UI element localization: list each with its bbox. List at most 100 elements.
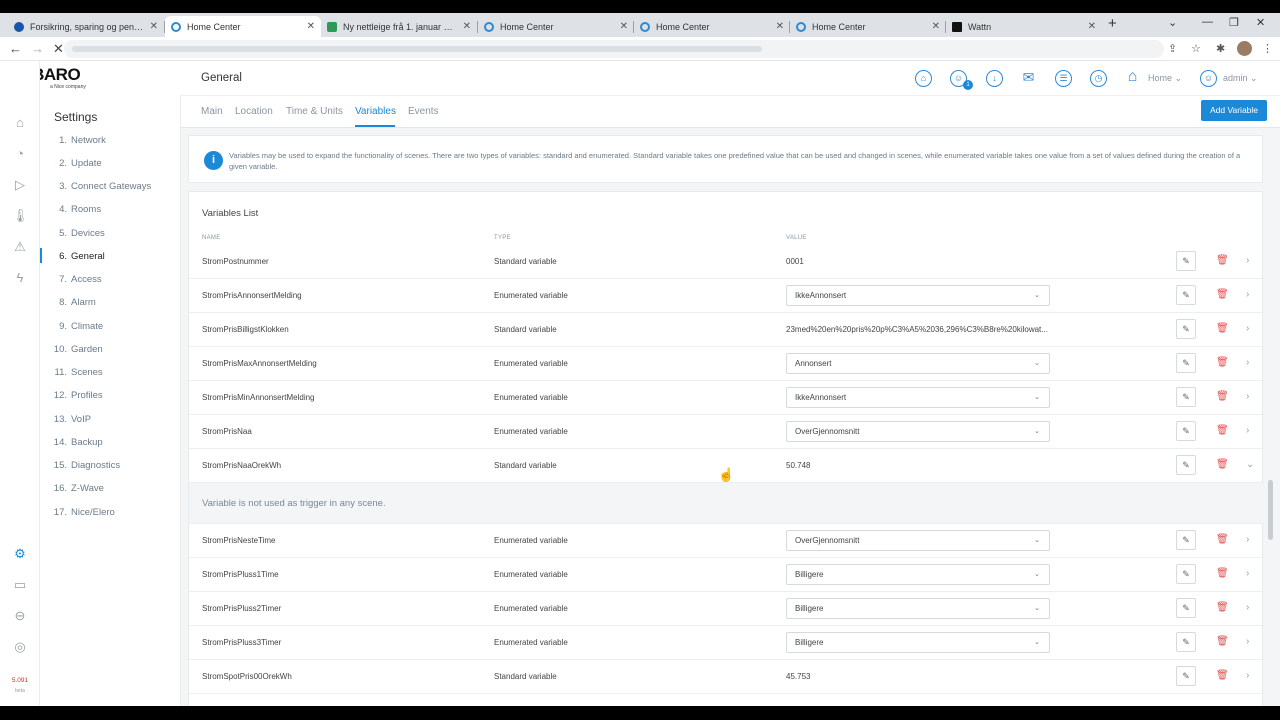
sidebar-item-network[interactable]: 1. Network <box>40 130 180 150</box>
table-row[interactable]: StromPrisNesteTime Enumerated variable Ove… <box>189 524 1264 558</box>
close-icon[interactable]: ✕ <box>307 21 315 32</box>
sidebar-item-voip[interactable]: 13. VoIP <box>40 409 180 429</box>
edit-pencil-icon[interactable]: ✎ <box>1176 319 1196 339</box>
home-dropdown[interactable]: Home ⌄ <box>1148 73 1182 84</box>
table-row[interactable]: StromSpotPris00OrekWh Standard variable 45… <box>189 660 1264 694</box>
delete-trash-icon[interactable]: 🗑 <box>1216 568 1229 580</box>
edit-pencil-icon[interactable]: ✎ <box>1176 421 1196 441</box>
mail-icon[interactable]: ✉ <box>1020 70 1037 87</box>
sidebar-item-profiles[interactable]: 12. Profiles <box>40 386 180 406</box>
delete-trash-icon[interactable]: 🗑 <box>1216 534 1229 546</box>
table-row[interactable]: StromPrisBilligstKlokken Standard variabl… <box>189 313 1264 347</box>
plugins-icon[interactable]: ⊖ <box>12 608 28 624</box>
new-tab-button[interactable]: + <box>1108 15 1117 32</box>
add-variable-button[interactable]: Add Variable <box>1201 100 1267 121</box>
user-dropdown[interactable]: admin ⌄ <box>1223 73 1258 84</box>
terminal-icon[interactable]: ▭ <box>12 577 28 593</box>
edit-pencil-icon[interactable]: ✎ <box>1176 530 1196 550</box>
scenes-icon[interactable]: ▷ <box>12 177 28 193</box>
delete-trash-icon[interactable]: 🗑 <box>1216 255 1229 267</box>
chevron-right-icon[interactable]: › <box>1246 670 1249 681</box>
minimize-button[interactable]: — <box>1202 16 1213 28</box>
delete-trash-icon[interactable]: 🗑 <box>1216 636 1229 648</box>
close-icon[interactable]: ✕ <box>1088 21 1096 32</box>
url-field[interactable] <box>64 40 1164 58</box>
value-select[interactable]: Billigere ⌄ <box>786 564 1050 585</box>
tab-search-icon[interactable]: ⌄ <box>1168 16 1177 29</box>
alarm-icon[interactable]: ⚠ <box>12 239 28 255</box>
browser-tab[interactable]: Home Center ✕ <box>790 16 946 37</box>
speedometer-icon[interactable]: ◷ <box>1090 70 1107 87</box>
home-nav-icon[interactable]: ⌂ <box>1124 69 1141 87</box>
climate-icon[interactable]: 🌡 <box>12 208 29 224</box>
value-select[interactable]: Annonsert ⌄ <box>786 353 1050 374</box>
share-icon[interactable]: ⇪ <box>1168 42 1177 55</box>
extensions-icon[interactable]: ✱ <box>1216 42 1225 55</box>
lock-icon[interactable]: ⌂ <box>915 70 932 87</box>
table-row[interactable]: StromPrisAnnonsertMelding Enumerated vari… <box>189 279 1264 313</box>
delete-trash-icon[interactable]: 🗑 <box>1216 670 1229 682</box>
value-select[interactable]: Billigere ⌄ <box>786 632 1050 653</box>
delete-trash-icon[interactable]: 🗑 <box>1216 602 1229 614</box>
delete-trash-icon[interactable]: 🗑 <box>1216 357 1229 369</box>
table-row[interactable]: StromPrisMinAnnonsertMelding Enumerated v… <box>189 381 1264 415</box>
close-icon[interactable]: ✕ <box>150 21 158 32</box>
chevron-right-icon[interactable]: › <box>1246 425 1249 436</box>
sidebar-item-general[interactable]: 6. General <box>40 246 180 266</box>
maximize-button[interactable]: ❐ <box>1229 16 1239 29</box>
delete-trash-icon[interactable]: 🗑 <box>1216 391 1229 403</box>
sidebar-item-nice-elero[interactable]: 17. Nice/Elero <box>40 502 180 522</box>
tab-location[interactable]: Location <box>235 106 273 117</box>
edit-pencil-icon[interactable]: ✎ <box>1176 666 1196 686</box>
chevron-right-icon[interactable]: › <box>1246 289 1249 300</box>
menu-icon[interactable]: ⋮ <box>1262 42 1273 55</box>
value-select[interactable]: IkkeAnnonsert ⌄ <box>786 285 1050 306</box>
close-icon[interactable]: ✕ <box>776 21 784 32</box>
value-select[interactable]: Billigere ⌄ <box>786 598 1050 619</box>
browser-tab-active[interactable]: Home Center ✕ <box>165 16 321 37</box>
browser-tab[interactable]: Wattn ✕ <box>946 16 1102 37</box>
edit-pencil-icon[interactable]: ✎ <box>1176 353 1196 373</box>
close-icon[interactable]: ✕ <box>932 21 940 32</box>
home-icon[interactable]: ⌂ <box>12 115 28 131</box>
chevron-right-icon[interactable]: › <box>1246 323 1249 334</box>
forward-icon[interactable]: → <box>31 41 44 56</box>
sidebar-item-scenes[interactable]: 11. Scenes <box>40 363 180 383</box>
profile-avatar[interactable] <box>1237 41 1252 56</box>
table-row[interactable]: StromPrisPluss2Timer Enumerated variable B… <box>189 592 1264 626</box>
value-select[interactable]: OverGjennomsnitt ⌄ <box>786 530 1050 551</box>
edit-pencil-icon[interactable]: ✎ <box>1176 632 1196 652</box>
chevron-right-icon[interactable]: › <box>1246 255 1249 266</box>
browser-tab[interactable]: Home Center ✕ <box>478 16 634 37</box>
table-row[interactable]: StromPrisNaa Enumerated variable OverGjenn… <box>189 415 1264 449</box>
download-icon[interactable]: ↓ <box>986 70 1003 87</box>
value-select[interactable]: OverGjennomsnitt ⌄ <box>786 421 1050 442</box>
chevron-right-icon[interactable]: › <box>1246 357 1249 368</box>
chevron-right-icon[interactable]: › <box>1246 391 1249 402</box>
chevron-right-icon[interactable]: › <box>1246 602 1249 613</box>
edit-pencil-icon[interactable]: ✎ <box>1176 455 1196 475</box>
sidebar-item-climate[interactable]: 9. Climate <box>40 316 180 336</box>
sidebar-item-access[interactable]: 7. Access <box>40 270 180 290</box>
back-icon[interactable]: ← <box>9 41 22 56</box>
tab-time-units[interactable]: Time & Units <box>286 106 343 117</box>
delete-trash-icon[interactable]: 🗑 <box>1216 289 1229 301</box>
chevron-right-icon[interactable]: › <box>1246 636 1249 647</box>
stop-icon[interactable]: ✕ <box>53 41 64 57</box>
edit-pencil-icon[interactable]: ✎ <box>1176 387 1196 407</box>
edit-pencil-icon[interactable]: ✎ <box>1176 564 1196 584</box>
chevron-right-icon[interactable]: › <box>1246 568 1249 579</box>
close-icon[interactable]: ✕ <box>463 21 471 32</box>
browser-tab[interactable]: Ny nettleige frå 1. januar — Ma ✕ <box>321 16 477 37</box>
sidebar-item-rooms[interactable]: 4. Rooms <box>40 200 180 220</box>
browser-tab[interactable]: Forsikring, sparing og pensjon ✕ <box>8 16 164 37</box>
chevron-down-icon[interactable]: ⌄ <box>1246 459 1254 470</box>
dashboard-icon[interactable]: ◔ <box>12 146 28 162</box>
edit-pencil-icon[interactable]: ✎ <box>1176 598 1196 618</box>
user-icon[interactable]: ☺ <box>1200 70 1217 87</box>
tab-variables[interactable]: Variables <box>355 106 396 117</box>
edit-pencil-icon[interactable]: ✎ <box>1176 251 1196 271</box>
table-row[interactable]: StromPrisPluss3Timer Enumerated variable B… <box>189 626 1264 660</box>
delete-trash-icon[interactable]: 🗑 <box>1216 323 1229 335</box>
sidebar-item-update[interactable]: 2. Update <box>40 153 180 173</box>
